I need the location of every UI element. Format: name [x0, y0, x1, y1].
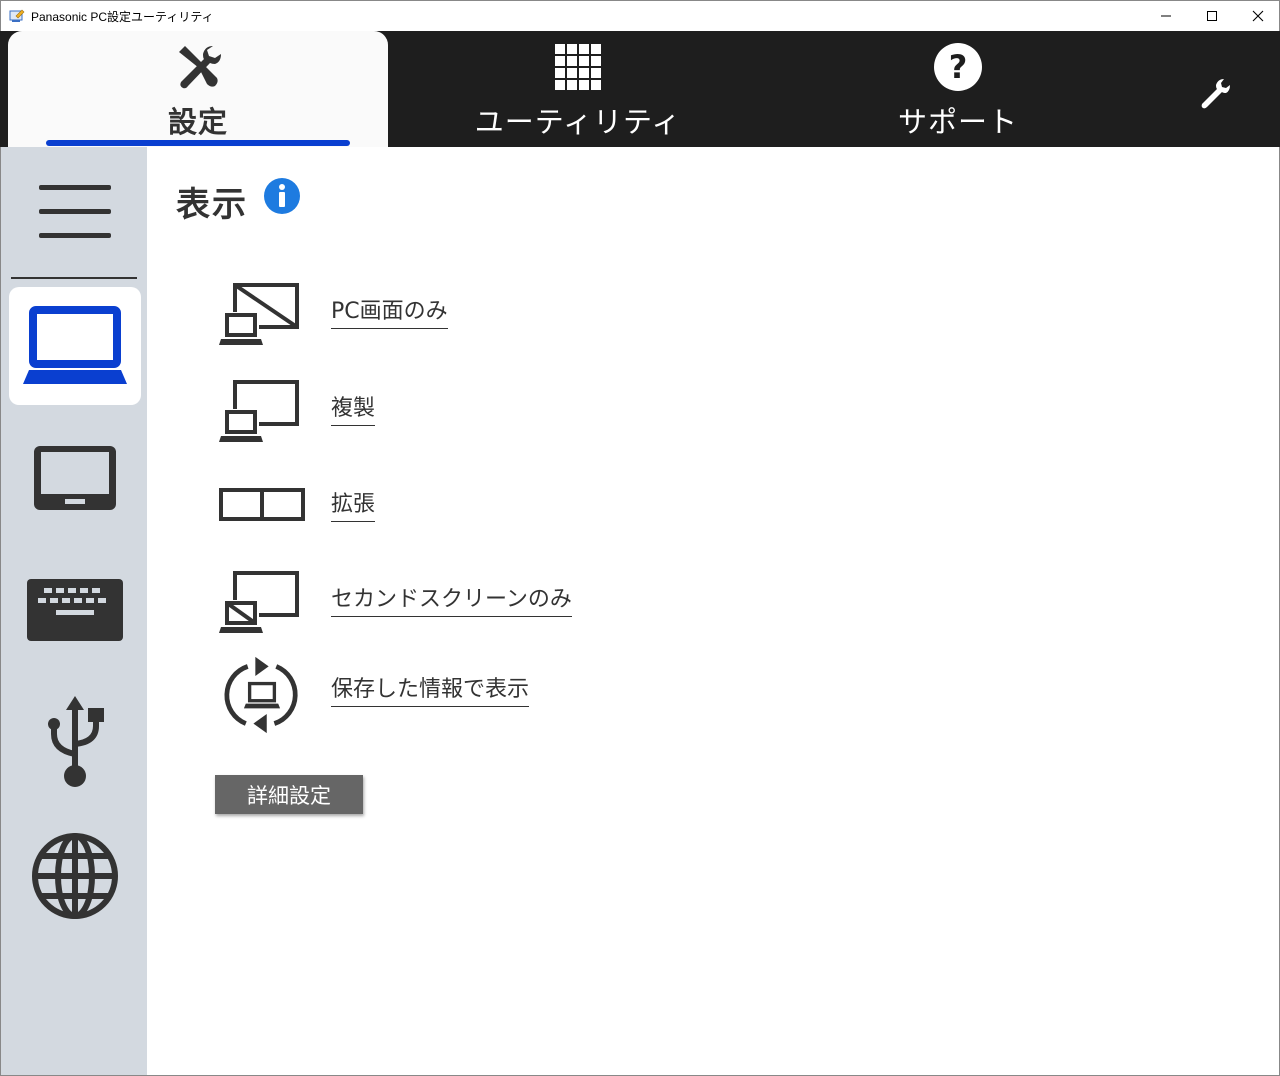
advanced-settings-button[interactable]: 詳細設定 [215, 775, 363, 814]
usb-icon [48, 696, 104, 787]
close-button[interactable] [1235, 1, 1280, 31]
sidebar [0, 147, 147, 1076]
wrench-button[interactable] [1192, 71, 1236, 115]
globe-icon [32, 833, 118, 919]
extend-display-icon [219, 488, 305, 521]
tab-settings[interactable]: 設定 [8, 31, 388, 147]
sidebar-divider [11, 277, 137, 279]
pc-screen-only-icon [219, 283, 299, 345]
sidebar-item-tablet[interactable] [9, 419, 141, 537]
tab-utility-label: ユーティリティ [474, 105, 682, 139]
option-pc-screen-only[interactable]: PC画面のみ [217, 277, 637, 357]
help-icon: ? [933, 41, 983, 93]
tab-settings-label: 設定 [167, 105, 228, 139]
option-label: 複製 [331, 396, 376, 427]
main-content: 表示 PC画面のみ 複製 拡張 セカンドスクリーンのみ 保存した情報で表示 詳細… [147, 147, 1280, 1076]
option-label: セカンドスクリーンのみ [331, 587, 572, 618]
close-icon [1252, 10, 1264, 22]
minimize-icon [1161, 15, 1171, 17]
hamburger-menu-icon[interactable] [35, 183, 115, 243]
page-title: 表示 [176, 185, 248, 225]
maximize-icon [1207, 11, 1217, 21]
window-title: Panasonic PC設定ユーティリティ [31, 10, 214, 24]
option-second-screen-only[interactable]: セカンドスクリーンのみ [217, 565, 637, 645]
option-duplicate[interactable]: 複製 [217, 374, 637, 454]
tab-support-label: サポート [897, 105, 1018, 139]
second-screen-only-icon [219, 571, 299, 633]
title-bar: Panasonic PC設定ユーティリティ [0, 0, 1280, 31]
top-navigation: 設定 ユーティリティ ? サポート [0, 31, 1280, 147]
tab-support[interactable]: ? サポート [768, 31, 1148, 147]
info-icon[interactable] [264, 178, 300, 214]
minimize-button[interactable] [1143, 1, 1189, 31]
tools-icon [173, 41, 223, 93]
grid-icon [555, 41, 601, 93]
app-icon [9, 9, 25, 22]
wrench-icon [1201, 79, 1230, 109]
option-label: PC画面のみ [331, 299, 448, 330]
restore-saved-display-icon [224, 656, 298, 734]
option-restore-saved[interactable]: 保存した情報で表示 [217, 655, 637, 735]
maximize-button[interactable] [1189, 1, 1235, 31]
keyboard-icon [27, 579, 123, 641]
tablet-icon [34, 446, 116, 510]
tab-utility[interactable]: ユーティリティ [388, 31, 768, 147]
option-extend[interactable]: 拡張 [217, 470, 637, 550]
svg-text:?: ? [949, 48, 968, 86]
sidebar-item-keyboard[interactable] [9, 551, 141, 669]
sidebar-item-usb[interactable] [9, 683, 141, 801]
sidebar-item-laptop[interactable] [9, 287, 141, 405]
active-tab-indicator [46, 140, 350, 146]
sidebar-item-network[interactable] [9, 817, 141, 935]
option-label: 保存した情報で表示 [331, 677, 530, 708]
duplicate-display-icon [219, 380, 299, 442]
option-label: 拡張 [331, 492, 376, 523]
laptop-icon [23, 306, 127, 384]
